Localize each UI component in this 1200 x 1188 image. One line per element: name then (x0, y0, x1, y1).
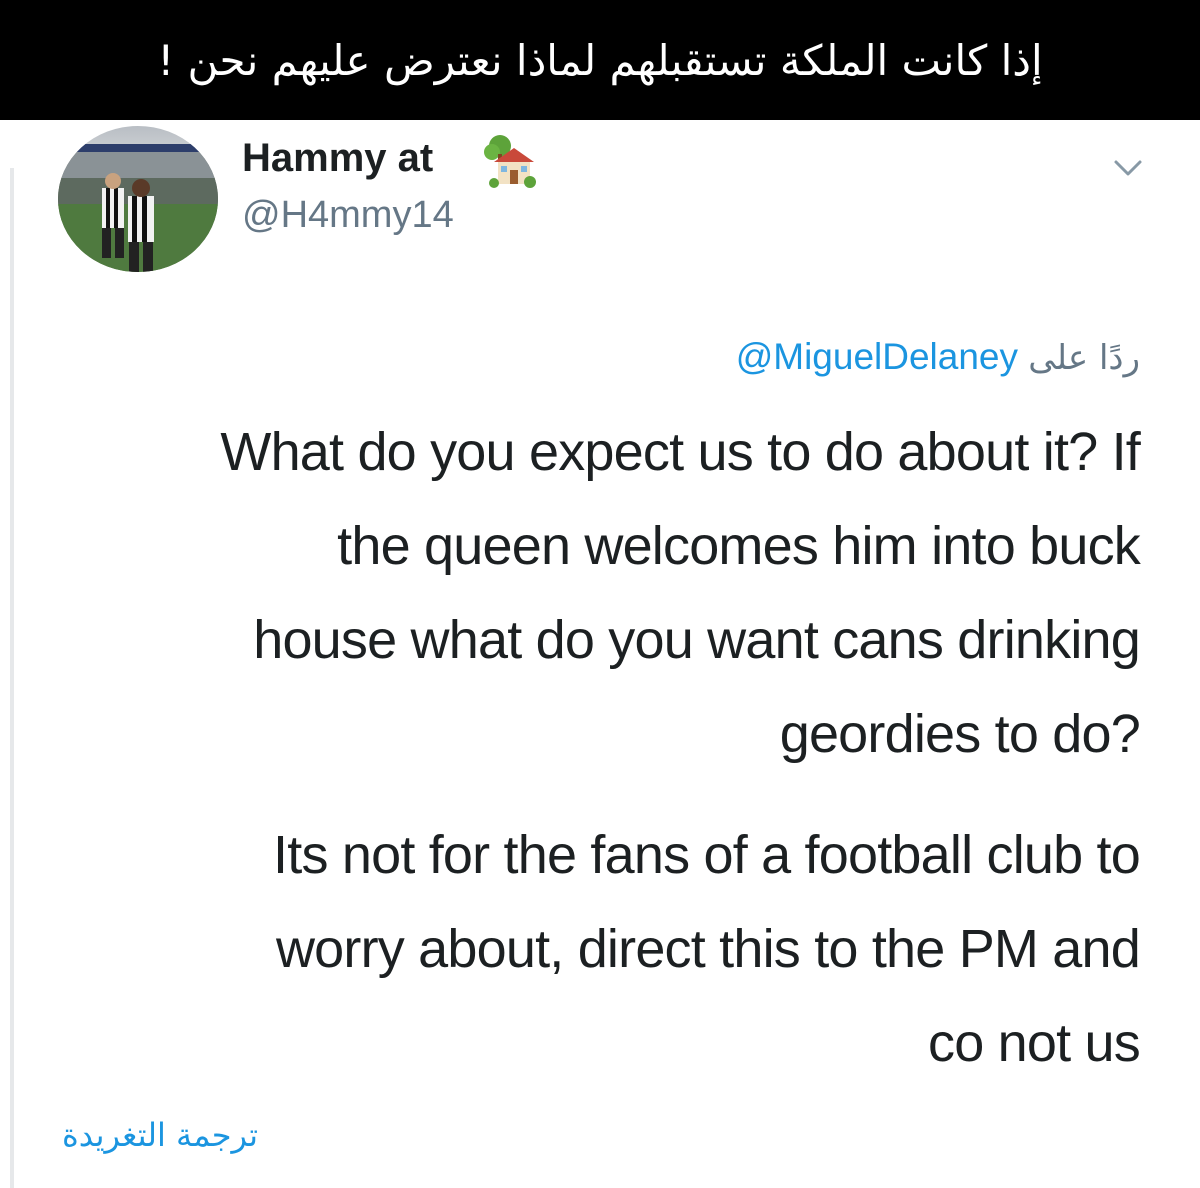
thread-divider (10, 168, 14, 1188)
tweet-line: geordies to do? (779, 704, 1141, 764)
author-handle[interactable]: @H4mmy14 (242, 194, 454, 237)
reply-context: ردًا على @MiguelDelaney (736, 336, 1140, 378)
tweet-screenshot: إذا كانت الملكة تستقبلهم لماذا نعترض علي… (0, 0, 1200, 1188)
tweet-line: worry about, direct this to the PM and (275, 919, 1141, 979)
chevron-down-icon[interactable] (1108, 148, 1148, 188)
tweet-line: house what do you want cans drinking (253, 610, 1141, 670)
caption-text: إذا كانت الملكة تستقبلهم لماذا نعترض علي… (157, 35, 1043, 85)
author-name[interactable]: Hammy at (242, 136, 433, 181)
reply-mention-link[interactable]: @MiguelDelaney (736, 336, 1018, 377)
tweet-paragraph: What do you expect us to do about it? If… (30, 405, 1140, 781)
tweet-line: the queen welcomes him into buck (337, 516, 1141, 576)
reply-prefix: ردًا على (1028, 338, 1140, 378)
tweet-line: What do you expect us to do about it? If (220, 422, 1140, 482)
house-with-garden-icon (480, 132, 538, 190)
tweet-paragraph: Its not for the fans of a football club … (30, 808, 1141, 1090)
avatar[interactable] (58, 126, 218, 272)
caption-banner: إذا كانت الملكة تستقبلهم لماذا نعترض علي… (0, 0, 1200, 120)
translate-tweet-link[interactable]: ترجمة التغريدة (62, 1116, 258, 1154)
tweet-line: co not us (928, 1013, 1141, 1073)
tweet-line: Its not for the fans of a football club … (273, 825, 1141, 885)
